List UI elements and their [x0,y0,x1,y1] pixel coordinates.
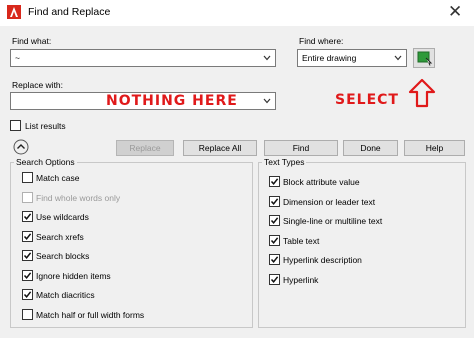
text-type-label: Hyperlink [283,274,319,285]
find-what-label: Find what: [12,36,52,46]
text-type-label: Hyperlink description [283,255,362,265]
replace-all-button[interactable]: Replace All [183,140,257,156]
search-option-label: Ignore hidden items [36,270,111,281]
search-option-checkbox[interactable] [22,269,33,281]
text-type-label: Dimension or leader text [283,196,376,207]
text-types-title: Text Types [262,157,307,167]
search-option-label: Match diacritics [36,290,95,300]
help-button[interactable]: Help [404,140,465,156]
text-type-checkbox[interactable] [269,234,280,246]
chevron-down-icon[interactable] [261,51,273,65]
search-option-checkbox[interactable] [22,230,33,242]
text-type-checkbox[interactable] [269,215,280,226]
find-where-value: Entire drawing [302,53,357,63]
checkmark-icon [270,178,279,185]
text-type-checkbox[interactable] [269,176,280,187]
annotation-nothing-here: NOTHING HERE [106,93,238,109]
select-objects-icon [417,51,433,66]
annotation-select: SELECT [335,92,399,108]
checkmark-icon [270,256,279,263]
search-options-title: Search Options [14,157,77,167]
checkmark-icon [270,197,279,205]
search-option-label: Use wildcards [36,212,89,222]
autocad-logo-icon [7,5,21,19]
text-type-label: Table text [283,235,320,246]
checkmark-icon [270,217,279,224]
search-option-label: Match case [36,173,80,183]
find-button[interactable]: Find [264,140,338,156]
chevron-down-icon[interactable] [261,94,273,108]
search-option-checkbox[interactable] [22,211,33,222]
text-type-label: Block attribute value [283,177,360,187]
done-button[interactable]: Done [343,140,398,156]
find-what-value: ~ [15,53,20,63]
search-option-label: Find whole words only [36,192,121,203]
search-option-label: Search xrefs [36,231,84,242]
text-type-checkbox[interactable] [269,195,280,207]
search-option-checkbox[interactable] [22,172,33,183]
text-type-label: Single-line or multiline text [283,216,383,226]
find-where-combo[interactable]: Entire drawing [297,49,407,67]
list-results-label: List results [25,121,66,131]
search-option-label: Search blocks [36,251,90,261]
checkmark-icon [23,252,32,259]
search-options-group [10,162,253,328]
close-icon[interactable]: ✕ [448,2,462,22]
text-type-checkbox[interactable] [269,273,280,285]
search-option-checkbox[interactable] [22,191,33,203]
replace-button[interactable]: Replace [116,140,174,156]
checkmark-icon [270,236,279,244]
window-title: Find and Replace [28,6,111,18]
title-bar: Find and Replace ✕ [0,0,474,26]
search-option-checkbox[interactable] [22,308,33,320]
search-option-label: Match half or full width forms [36,309,145,320]
replace-with-label: Replace with: [12,80,64,90]
checkmark-icon [270,275,279,283]
text-type-checkbox[interactable] [269,254,280,265]
find-where-label: Find where: [299,36,344,46]
checkmark-icon [23,232,32,240]
list-results-checkbox[interactable] [10,120,21,131]
checkmark-icon [23,213,32,220]
search-option-checkbox[interactable] [22,289,33,300]
select-objects-button[interactable] [413,48,435,68]
find-what-combo[interactable]: ~ [10,49,276,67]
checkmark-icon [23,271,32,279]
chevron-down-icon[interactable] [392,51,404,65]
search-option-checkbox[interactable] [22,250,33,261]
checkmark-icon [23,291,32,298]
collapse-options-icon[interactable] [13,139,29,155]
annotation-up-arrow-icon [408,78,436,108]
